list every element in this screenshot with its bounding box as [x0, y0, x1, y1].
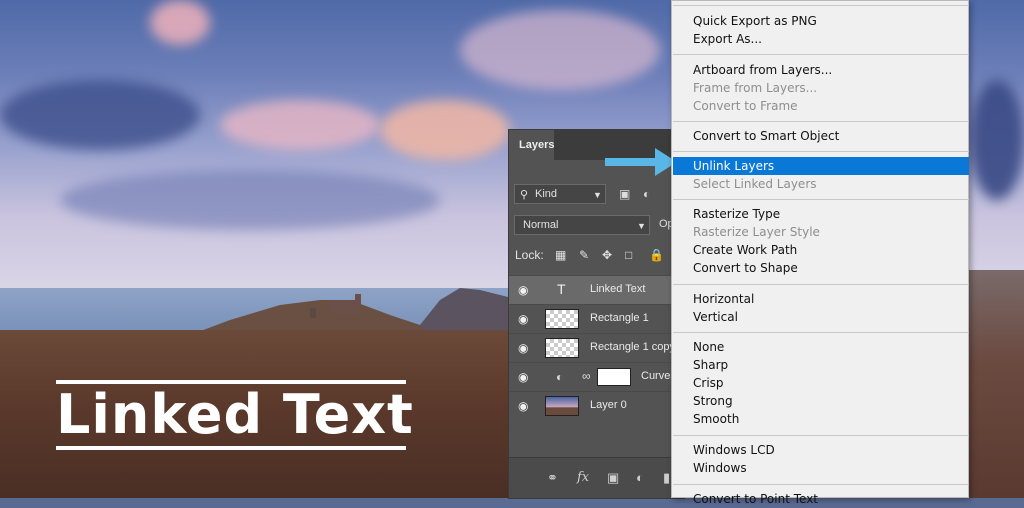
menu-item-select-linked-layers[interactable]: Select Linked Layers: [673, 175, 969, 193]
ground-right: [965, 270, 1024, 498]
lock-brush-icon[interactable]: ✎: [579, 248, 589, 262]
menu-item-artboard-from-layers[interactable]: Artboard from Layers...: [673, 61, 969, 79]
menu-item-convert-to-point-text[interactable]: Convert to Point Text: [673, 490, 969, 508]
menu-item-export-as[interactable]: Export As...: [673, 30, 969, 48]
tab-layers[interactable]: Layers: [509, 130, 554, 160]
menu-separator: [673, 332, 969, 333]
layers-bottom-toolbar: ⚭ fx ▣ ◐ ▮: [509, 457, 684, 498]
layer-row[interactable]: ◉ Rectangle 1 copy: [509, 333, 684, 362]
menu-item-quick-export-png[interactable]: Quick Export as PNG: [673, 12, 969, 30]
menu-item-create-work-path[interactable]: Create Work Path: [673, 241, 969, 259]
link-icon[interactable]: ⚭: [547, 470, 558, 486]
visibility-eye-icon[interactable]: ◉: [518, 283, 528, 297]
mask-icon[interactable]: ▣: [607, 470, 619, 486]
canvas-linked-text[interactable]: Linked Text: [56, 380, 413, 450]
visibility-eye-icon[interactable]: ◉: [518, 341, 528, 355]
layer-name: Rectangle 1: [590, 312, 649, 324]
menu-item-convert-to-frame[interactable]: Convert to Frame: [673, 97, 969, 115]
menu-item-windows[interactable]: Windows: [673, 459, 969, 477]
layer-row[interactable]: ◉ T Linked Text: [509, 275, 684, 304]
menu-item-horizontal[interactable]: Horizontal: [673, 290, 969, 308]
lock-label: Lock:: [515, 248, 544, 262]
lock-artboard-icon[interactable]: □: [625, 248, 632, 262]
menu-item-unlink-layers[interactable]: Unlink Layers: [673, 157, 969, 175]
cloud: [60, 170, 440, 230]
layer-row[interactable]: ◉ Rectangle 1: [509, 304, 684, 333]
curves-adjustment-icon: ◐: [556, 370, 564, 384]
menu-item-antialias-strong[interactable]: Strong: [673, 392, 969, 410]
menu-item-vertical[interactable]: Vertical: [673, 308, 969, 326]
menu-separator: [673, 54, 969, 55]
cloud: [380, 100, 510, 160]
menu-separator: [673, 121, 969, 122]
menu-separator: [673, 435, 969, 436]
layers-panel: Layers ⚲ Kind ▼ ▣ ◐ Normal ▼ Op Lock: ▦ …: [509, 130, 684, 498]
menu-item-antialias-smooth[interactable]: Smooth: [673, 410, 969, 428]
cloud: [0, 80, 200, 150]
layer-name: Linked Text: [590, 283, 646, 295]
layer-mask-thumbnail: [597, 368, 631, 386]
new-group-icon[interactable]: ▮: [663, 470, 670, 486]
context-menu: Quick Export as PNG Export As... Artboar…: [671, 0, 969, 506]
adjustment-icon[interactable]: ◐: [636, 470, 644, 485]
menu-item-rasterize-layer-style[interactable]: Rasterize Layer Style: [673, 223, 969, 241]
layer-row[interactable]: ◉ ◐ ∞ Curves: [509, 362, 684, 391]
cloud: [150, 0, 210, 45]
menu-item-antialias-sharp[interactable]: Sharp: [673, 356, 969, 374]
lock-transparent-icon[interactable]: ▦: [555, 248, 566, 262]
chevron-down-icon: ▼: [637, 221, 646, 231]
menu-item-frame-from-layers[interactable]: Frame from Layers...: [673, 79, 969, 97]
layer-thumbnail: [545, 309, 579, 329]
cloud: [970, 80, 1024, 200]
layer-thumbnail: [545, 338, 579, 358]
menu-item-antialias-crisp[interactable]: Crisp: [673, 374, 969, 392]
search-icon: ⚲: [520, 189, 529, 201]
filter-label: Kind: [535, 188, 558, 200]
menu-separator: [673, 284, 969, 285]
adjustment-filter-icon[interactable]: ◐: [643, 187, 650, 201]
layer-list: ◉ T Linked Text ◉ Rectangle 1 ◉ Rectangl…: [509, 275, 684, 420]
rule-bottom: [56, 446, 406, 450]
chevron-down-icon: ▼: [593, 190, 602, 200]
menu-item-antialias-none[interactable]: None: [673, 338, 969, 356]
menu-item-convert-to-shape[interactable]: Convert to Shape: [673, 259, 969, 277]
lock-all-icon[interactable]: 🔒: [649, 248, 664, 262]
menu-item-convert-to-smart-object[interactable]: Convert to Smart Object: [673, 127, 969, 145]
menu-item-windows-lcd[interactable]: Windows LCD: [673, 441, 969, 459]
text-layer-icon: T: [557, 281, 566, 297]
visibility-eye-icon[interactable]: ◉: [518, 370, 528, 384]
menu-separator: [673, 199, 969, 200]
menu-separator: [673, 151, 969, 152]
layer-row[interactable]: ◉ Layer 0: [509, 391, 684, 420]
fx-icon[interactable]: fx: [577, 470, 589, 485]
menu-separator: [673, 5, 969, 6]
layer-name: Layer 0: [590, 399, 627, 411]
menu-separator: [673, 484, 969, 485]
layer-filter-dropdown[interactable]: ⚲ Kind ▼: [514, 184, 606, 204]
cloud: [220, 100, 380, 150]
blend-mode-dropdown[interactable]: Normal ▼: [514, 215, 650, 235]
chain-link-icon: ∞: [582, 369, 591, 383]
menu-item-rasterize-type[interactable]: Rasterize Type: [673, 205, 969, 223]
image-filter-icon[interactable]: ▣: [619, 187, 630, 201]
cloud: [460, 10, 660, 90]
visibility-eye-icon[interactable]: ◉: [518, 312, 528, 326]
lock-move-icon[interactable]: ✥: [602, 248, 612, 262]
canvas-text[interactable]: Linked Text: [56, 384, 413, 446]
layer-thumbnail: [545, 396, 579, 416]
blend-mode-value: Normal: [523, 219, 559, 231]
visibility-eye-icon[interactable]: ◉: [518, 399, 528, 413]
layer-name: Rectangle 1 copy: [590, 341, 675, 353]
